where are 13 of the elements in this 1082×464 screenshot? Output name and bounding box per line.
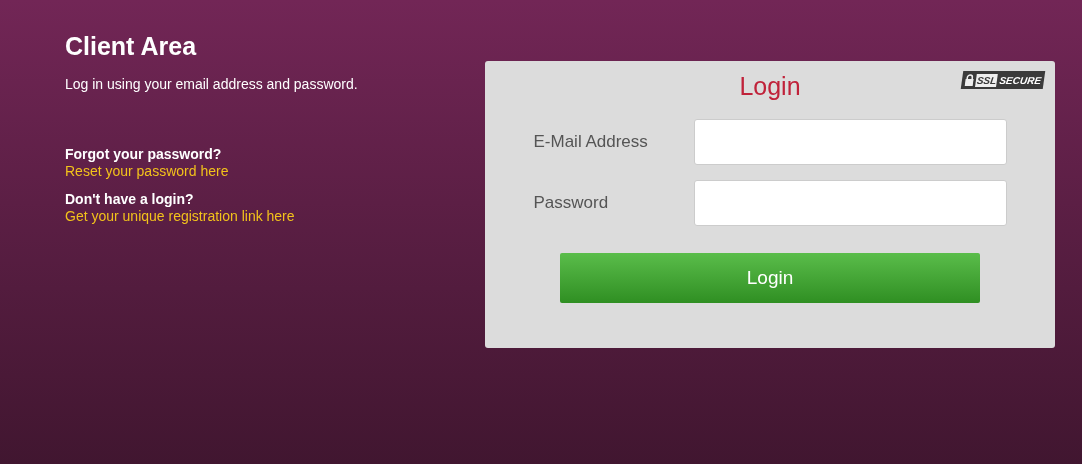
input-field[interactable] <box>693 119 1007 165</box>
help-question: Forgot your password? <box>65 146 222 163</box>
help-link[interactable]: Get your unique registration link here <box>65 208 295 225</box>
login-title: Login <box>739 71 801 101</box>
help-link[interactable]: Reset your password here <box>65 163 229 180</box>
input-field[interactable] <box>693 180 1007 226</box>
ssl-badge: SSL SECURE <box>960 71 1046 89</box>
page-title: Client Area <box>65 31 197 62</box>
help-question: Don't have a login? <box>65 191 194 208</box>
padlock-icon <box>964 74 975 86</box>
intro-text: Log in using your email address and password. <box>65 75 358 94</box>
field-label: Password <box>533 192 610 215</box>
field-label: E-Mail Address <box>533 131 649 154</box>
